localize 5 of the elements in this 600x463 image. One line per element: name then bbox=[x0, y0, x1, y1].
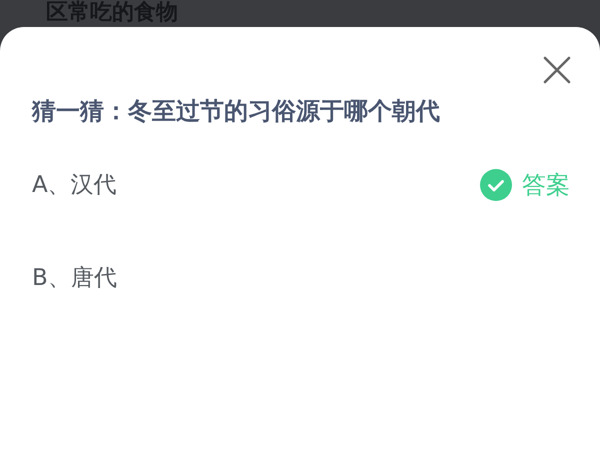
answer-label: 答案 bbox=[522, 170, 570, 200]
option-label[interactable]: B、唐代 bbox=[32, 262, 117, 293]
close-icon[interactable] bbox=[542, 55, 572, 85]
question-text: 猜一猜：冬至过节的习俗源于哪个朝代 bbox=[32, 96, 441, 127]
option-label[interactable]: A、汉代 bbox=[32, 169, 117, 200]
